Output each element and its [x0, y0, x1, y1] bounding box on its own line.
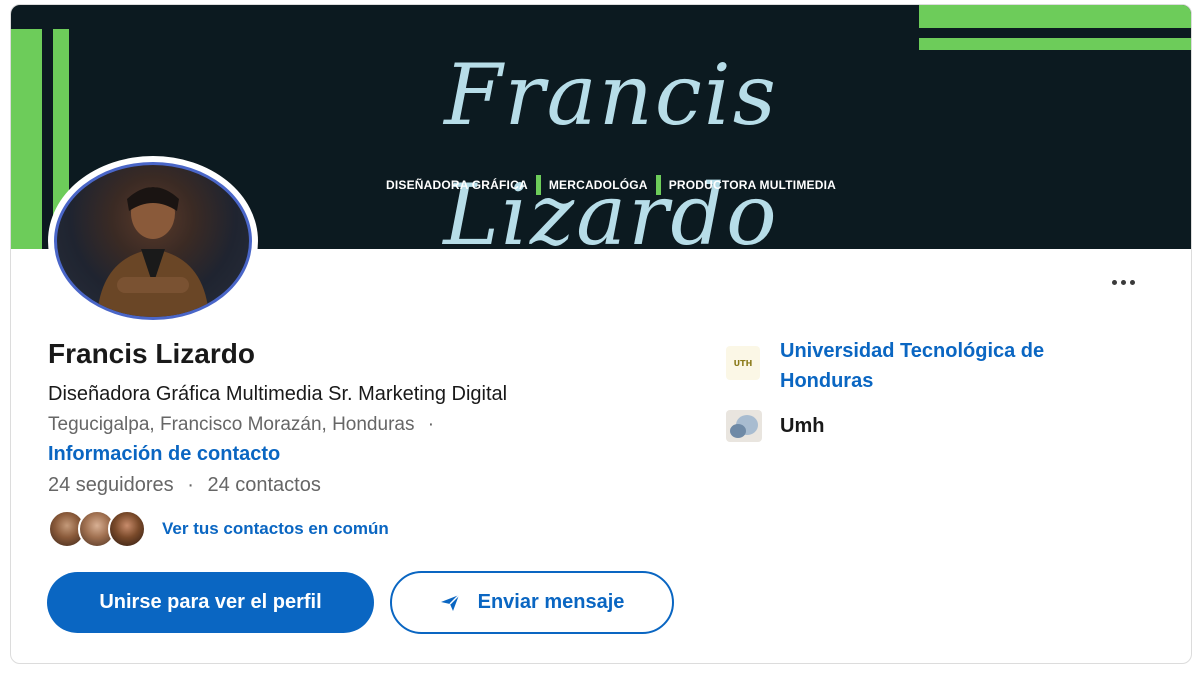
followers-count: 24 seguidores	[48, 474, 174, 496]
send-message-button[interactable]: Enviar mensaje	[390, 571, 674, 634]
connections-count: 24 contactos	[207, 474, 321, 496]
banner-accent-bar	[11, 29, 42, 249]
send-message-label: Enviar mensaje	[477, 591, 625, 613]
organization-name: Umh	[780, 414, 825, 437]
education-school-name[interactable]: Universidad Tecnológica de Honduras	[780, 336, 1100, 396]
more-options-icon	[1129, 279, 1135, 285]
banner-tag-separator	[655, 175, 661, 195]
profile-location: Tegucigalpa, Francisco Morazán, Honduras…	[48, 414, 434, 436]
contact-info-link[interactable]: Información de contacto	[48, 443, 280, 466]
send-icon	[440, 593, 460, 611]
education-item[interactable]: UTH Universidad Tecnológica de Honduras	[726, 336, 1100, 396]
profile-headline: Diseñadora Gráfica Multimedia Sr. Market…	[48, 383, 508, 405]
more-options-icon	[1120, 279, 1126, 285]
banner-accent-bar	[919, 5, 1191, 28]
banner-accent-bar	[919, 38, 1191, 50]
location-separator: ·	[427, 414, 435, 435]
person-photo-icon	[97, 187, 209, 317]
banner-title: Francis Lizardo	[443, 46, 779, 249]
organization-logo-icon	[726, 410, 762, 442]
profile-card: Francis Lizardo DISEÑADORA GRÁFICA MERCA…	[10, 4, 1192, 664]
banner-tagline: DISEÑADORA GRÁFICA MERCADOLÓGA PRODUCTOR…	[311, 175, 911, 195]
banner-tag-separator	[535, 175, 541, 195]
banner-tag: PRODUCTORA MULTIMEDIA	[668, 178, 836, 192]
banner-tag: DISEÑADORA GRÁFICA	[385, 178, 528, 192]
profile-photo	[54, 162, 252, 320]
university-logo-icon: UTH	[726, 346, 760, 380]
profile-name: Francis Lizardo	[48, 338, 255, 369]
stats-separator: ·	[187, 474, 194, 496]
profile-stats: 24 seguidores · 24 contactos	[48, 474, 321, 497]
organization-item[interactable]: Umh	[726, 410, 824, 442]
university-logo-text: UTH	[733, 358, 753, 368]
more-options-button[interactable]	[1105, 267, 1141, 297]
location-text: Tegucigalpa, Francisco Morazán, Honduras	[48, 414, 415, 435]
more-options-icon	[1111, 279, 1117, 285]
mutual-connections-link[interactable]: Ver tus contactos en común	[162, 519, 389, 539]
mutual-connections: Ver tus contactos en común	[48, 510, 389, 548]
mutual-avatar	[108, 510, 146, 548]
join-to-view-profile-button[interactable]: Unirse para ver el perfil	[47, 572, 374, 633]
profile-avatar[interactable]	[48, 156, 258, 326]
banner-tag: MERCADOLÓGA	[548, 178, 648, 192]
